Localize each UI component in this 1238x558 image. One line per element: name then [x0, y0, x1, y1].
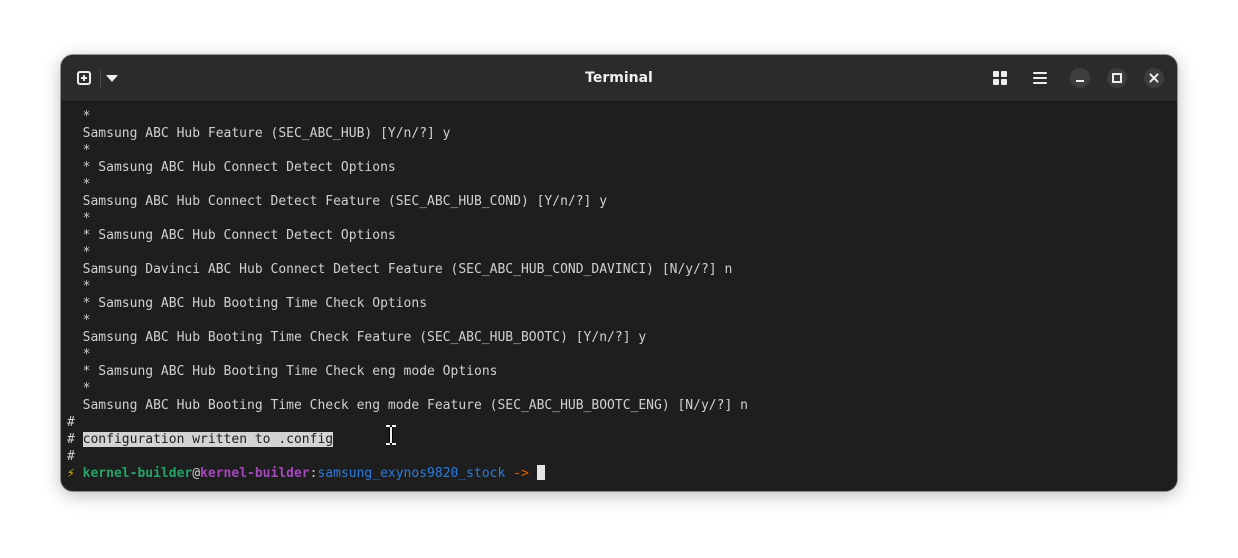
terminal-line: Samsung ABC Hub Booting Time Check eng m…	[67, 398, 748, 413]
close-button[interactable]	[1144, 68, 1164, 88]
terminal-line: * Samsung ABC Hub Connect Detect Options	[67, 160, 396, 175]
title-bar[interactable]: Terminal	[61, 55, 1177, 102]
terminal-line: #	[67, 449, 75, 464]
terminal-line: * Samsung ABC Hub Connect Detect Options	[67, 228, 396, 243]
terminal-line: *	[67, 347, 91, 362]
tab-menu-dropdown-button[interactable]	[103, 69, 121, 87]
terminal-line: *	[67, 313, 91, 328]
text-cursor	[536, 465, 545, 480]
terminal-line: * Samsung ABC Hub Booting Time Check eng…	[67, 364, 498, 379]
minimize-icon	[1076, 80, 1084, 82]
prompt-path: samsung_exynos9820_stock	[317, 466, 506, 481]
terminal-line: *	[67, 177, 91, 192]
divider	[100, 69, 101, 87]
prompt-at: @	[192, 466, 201, 481]
terminal-line: *	[67, 109, 91, 124]
terminal-line: #	[67, 415, 75, 430]
terminal-line: Samsung ABC Hub Feature (SEC_ABC_HUB) [Y…	[67, 126, 451, 141]
prompt-host: kernel-builder	[200, 466, 310, 481]
comment-prefix: #	[67, 432, 83, 447]
selected-text[interactable]: configuration written to .config	[82, 432, 334, 447]
chevron-down-icon	[106, 74, 118, 82]
terminal-line: Samsung ABC Hub Connect Detect Feature (…	[67, 194, 608, 209]
minimize-button[interactable]	[1070, 68, 1090, 88]
close-icon	[1149, 73, 1159, 83]
terminal-output[interactable]: * Samsung ABC Hub Feature (SEC_ABC_HUB) …	[61, 102, 1177, 491]
terminal-line: *	[67, 381, 91, 396]
terminal-line: *	[67, 279, 91, 294]
config-written-line: # configuration written to .config	[67, 431, 1177, 448]
terminal-line: Samsung Davinci ABC Hub Connect Detect F…	[67, 262, 733, 277]
prompt-arrow: ->	[505, 466, 537, 481]
shell-prompt[interactable]: ⚡ kernel-builder@kernel-builder:samsung_…	[67, 465, 1177, 482]
new-tab-icon	[77, 71, 91, 85]
terminal-line: *	[67, 245, 91, 260]
terminal-line: *	[67, 143, 91, 158]
ibeam-cursor-icon	[386, 425, 396, 445]
terminal-window: Terminal * Samsung ABC Hub Feature (SEC_…	[61, 55, 1177, 491]
maximize-button[interactable]	[1107, 68, 1127, 88]
tab-overview-button[interactable]	[990, 68, 1010, 88]
main-menu-button[interactable]	[1030, 68, 1050, 88]
terminal-line: Samsung ABC Hub Booting Time Check Featu…	[67, 330, 647, 345]
grid-view-icon	[993, 71, 1007, 85]
terminal-line: * Samsung ABC Hub Booting Time Check Opt…	[67, 296, 428, 311]
new-tab-button[interactable]	[73, 67, 95, 89]
hamburger-menu-icon	[1033, 72, 1047, 84]
lightning-icon: ⚡	[67, 466, 83, 481]
prompt-user: kernel-builder	[82, 466, 193, 481]
maximize-icon	[1112, 73, 1122, 83]
terminal-line: *	[67, 211, 91, 226]
